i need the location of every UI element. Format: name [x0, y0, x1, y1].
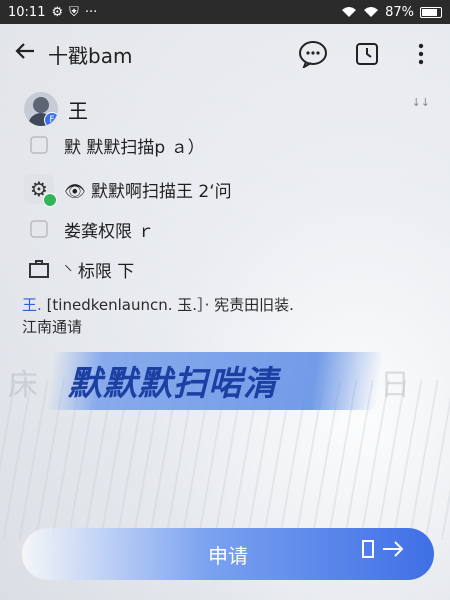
avatar[interactable]: F	[24, 92, 58, 126]
app-bar: 十戳bam	[0, 24, 450, 84]
status-time: 10:11	[8, 4, 46, 20]
footnote-line2: 江南通请	[22, 318, 83, 336]
expand-hint-icon: ↓↓	[411, 96, 430, 109]
list-item-text: 娄龚权限 ｒ	[64, 221, 155, 242]
list-item-text: 👁 默默啊扫描王 2ʻ问	[64, 181, 232, 202]
list-item[interactable]: 默 默默扫描p ａ）	[24, 130, 205, 160]
footnote-mid: 玉.］·	[177, 296, 210, 314]
status-left: 10:11 ⚙ ⛨ ···	[8, 5, 97, 20]
status-right: 87%	[341, 5, 442, 20]
apply-button[interactable]: 申请	[22, 528, 434, 580]
wifi-icon-2	[364, 7, 379, 17]
footnote-prefix: 王.	[22, 296, 42, 314]
apply-button-label: 申请	[208, 543, 248, 568]
footnote-suffix: 宪责田旧装.	[214, 296, 294, 314]
ghost-char-left: 床	[8, 368, 38, 403]
footnote-link[interactable]: [tinedkenlauncn.	[47, 296, 173, 314]
settings-icon: ⚙	[24, 174, 57, 207]
list-item[interactable]: 娄龚权限 ｒ	[24, 214, 154, 244]
banner-text: 默默默扫啱清	[68, 364, 278, 404]
back-arrow-icon[interactable]	[14, 39, 48, 69]
shield-status-icon: ⛨	[69, 4, 79, 20]
list-item[interactable]: ⸌ 标限 下	[24, 254, 134, 284]
ghost-char-right: 日	[380, 368, 410, 403]
status-bar: 10:11 ⚙ ⛨ ··· 87%	[0, 0, 450, 24]
list-item[interactable]: ⚙ 👁 默默啊扫描王 2ʻ问	[24, 174, 232, 207]
battery-icon	[420, 6, 442, 18]
check-badge-icon	[43, 193, 57, 207]
more-vertical-icon[interactable]	[406, 39, 436, 69]
more-status-icon: ···	[84, 4, 98, 20]
contact-row[interactable]: F 王	[24, 92, 88, 126]
list-item-text: ⸌ 标限 下	[64, 261, 135, 282]
list-item-text: 默 默默扫描p ａ）	[64, 137, 205, 158]
arrow-right-icon	[362, 540, 404, 558]
chat-bubble-icon[interactable]	[298, 39, 328, 69]
avatar-badge: F	[44, 112, 58, 126]
tray-icon	[24, 254, 54, 284]
ghost-icon	[24, 214, 54, 244]
timer-icon[interactable]	[352, 39, 382, 69]
page-title: 十戳bam	[48, 43, 133, 68]
header-actions	[298, 39, 436, 69]
battery-percent: 87%	[385, 4, 414, 20]
contact-name: 王	[68, 98, 88, 123]
wifi-icon	[342, 7, 357, 17]
gear-status-icon: ⚙	[51, 4, 64, 20]
ghost-icon	[24, 130, 54, 160]
footnote: 王. [tinedkenlauncn. 玉.］· 宪责田旧装. 江南通请	[22, 294, 432, 338]
